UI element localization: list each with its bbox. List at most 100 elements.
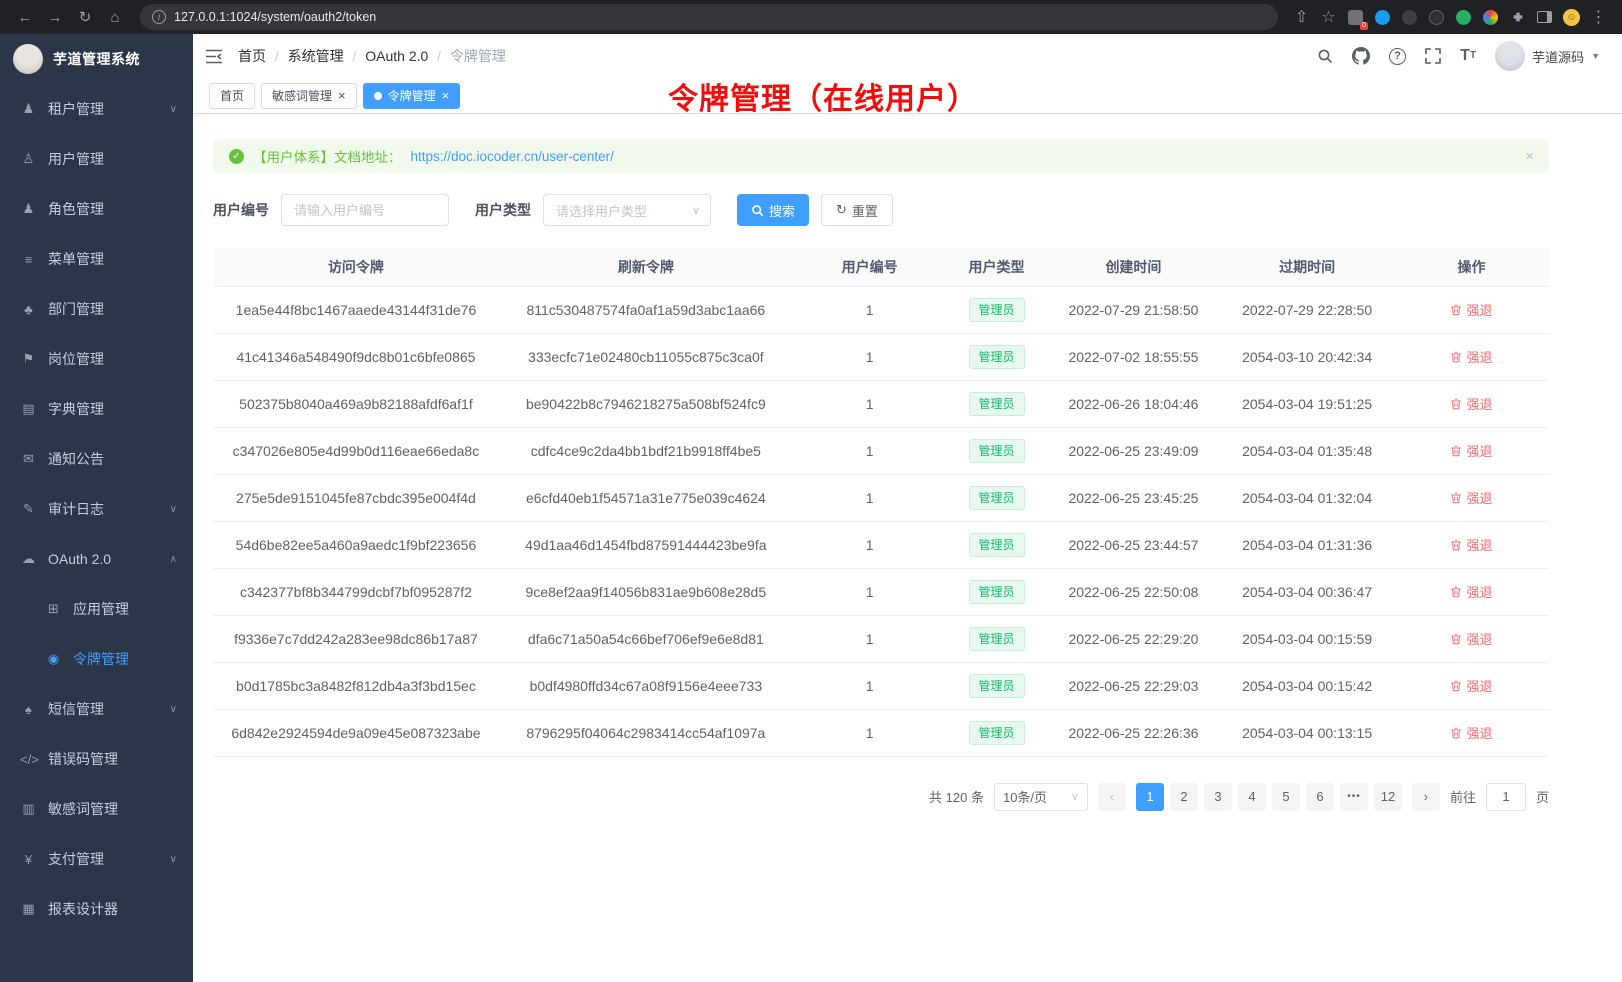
access-token-cell: 502375b8040a469a9b82188afdf6af1f (213, 380, 499, 427)
user-id-cell: 1 (793, 380, 947, 427)
tab-label: 首页 (220, 87, 244, 104)
help-icon[interactable]: ? (1389, 48, 1406, 65)
app-icon: ⊞ (45, 601, 62, 617)
browser-back-icon[interactable]: ← (10, 3, 40, 31)
page-4-button[interactable]: 4 (1238, 783, 1266, 811)
force-logout-button[interactable]: 强退 (1450, 676, 1492, 695)
app-logo[interactable]: 芋道管理系统 (0, 34, 193, 84)
extensions-puzzle-icon[interactable] (1504, 4, 1531, 31)
user-type-select[interactable]: 请选择用户类型 ∨ (543, 194, 711, 226)
sidebar-collapse-icon[interactable] (205, 49, 223, 64)
sidebar-item-dict[interactable]: ▤ 字典管理 (0, 384, 193, 434)
user-id-input[interactable] (281, 194, 449, 226)
sidebar-item-sensitive[interactable]: ▥ 敏感词管理 (0, 784, 193, 834)
browser-home-icon[interactable]: ⌂ (100, 3, 130, 31)
force-logout-button[interactable]: 强退 (1450, 347, 1492, 366)
sidebar-item-user[interactable]: ♙ 用户管理 (0, 134, 193, 184)
search-button[interactable]: 搜索 (737, 194, 809, 226)
force-logout-button[interactable]: 强退 (1450, 535, 1492, 554)
next-page-button[interactable]: › (1412, 783, 1440, 811)
refresh-token-cell: 9ce8ef2aa9f14056b831ae9b608e28d5 (499, 568, 793, 615)
page-2-button[interactable]: 2 (1170, 783, 1198, 811)
tab-close-icon[interactable]: × (338, 89, 346, 102)
github-icon[interactable] (1352, 47, 1370, 65)
sidebar-item-report[interactable]: ▦ 报表设计器 (0, 884, 193, 934)
force-logout-button[interactable]: 强退 (1450, 723, 1492, 742)
alert-close-icon[interactable]: × (1525, 149, 1534, 164)
top-navbar: 首页/系统管理/OAuth 2.0/令牌管理 ? TT 芋道 (193, 34, 1622, 78)
force-logout-button[interactable]: 强退 (1450, 629, 1492, 648)
sidebar-item-pay[interactable]: ¥ 支付管理 ∨ (0, 834, 193, 884)
sidebar-item-label: 报表设计器 (48, 899, 177, 919)
browser-profile-avatar[interactable]: ☺ (1558, 4, 1585, 31)
column-header: 访问令牌 (213, 248, 499, 286)
sidebar-item-post[interactable]: ⚑ 岗位管理 (0, 334, 193, 384)
sidebar-item-notice[interactable]: ✉ 通知公告 (0, 434, 193, 484)
force-logout-button[interactable]: 强退 (1450, 300, 1492, 319)
page-3-button[interactable]: 3 (1204, 783, 1232, 811)
font-size-icon[interactable]: TT (1460, 48, 1476, 64)
sidebar-item-errcode[interactable]: </> 错误码管理 (0, 734, 193, 784)
action-cell: 强退 (1394, 286, 1549, 333)
sidebar-item-menu[interactable]: ≡ 菜单管理 (0, 234, 193, 284)
breadcrumb-item[interactable]: 首页 (238, 46, 266, 66)
search-icon (751, 204, 764, 217)
extension-dark2-icon[interactable] (1423, 4, 1450, 31)
app-frame: 芋道管理系统 ♟ 租户管理 ∨ ♙ 用户管理 ♟ 角色管理 ≡ 菜单管理 ♣ 部… (0, 34, 1622, 982)
page-more-button[interactable]: ••• (1340, 783, 1368, 811)
extension-badge-icon[interactable]: 0 (1342, 4, 1369, 31)
side-panel-icon[interactable] (1531, 4, 1558, 31)
fullscreen-icon[interactable] (1425, 48, 1441, 64)
breadcrumb-item[interactable]: OAuth 2.0 (365, 48, 428, 64)
goto-suffix: 页 (1536, 787, 1549, 806)
delete-icon (1450, 492, 1462, 504)
tab-敏感词管理[interactable]: 敏感词管理× (261, 83, 357, 109)
page-6-button[interactable]: 6 (1306, 783, 1334, 811)
tab-close-icon[interactable]: × (442, 89, 450, 102)
force-logout-button[interactable]: 强退 (1450, 441, 1492, 460)
share-icon[interactable]: ⇧ (1288, 4, 1315, 31)
page-info-icon[interactable]: i (152, 10, 166, 24)
extension-dark-icon[interactable] (1396, 4, 1423, 31)
search-icon[interactable] (1317, 48, 1333, 64)
prev-page-button[interactable]: ‹ (1098, 783, 1126, 811)
tab-首页[interactable]: 首页 (209, 83, 255, 109)
tab-令牌管理[interactable]: 令牌管理× (363, 83, 461, 109)
sidebar-item-audit[interactable]: ✎ 审计日志 ∨ (0, 484, 193, 534)
force-logout-button[interactable]: 强退 (1450, 394, 1492, 413)
user-id-cell: 1 (793, 286, 947, 333)
page-size-select[interactable]: 10条/页 ∨ (994, 783, 1088, 811)
page-1-button[interactable]: 1 (1136, 783, 1164, 811)
bookmark-star-icon[interactable]: ☆ (1315, 4, 1342, 31)
breadcrumb-item[interactable]: 系统管理 (288, 46, 344, 66)
page-12-button[interactable]: 12 (1374, 783, 1402, 811)
sidebar-item-token[interactable]: ◉ 令牌管理 (0, 634, 193, 684)
browser-menu-icon[interactable]: ⋮ (1585, 4, 1612, 31)
sidebar-item-dept[interactable]: ♣ 部门管理 (0, 284, 193, 334)
force-logout-button[interactable]: 强退 (1450, 488, 1492, 507)
sidebar-item-oauth[interactable]: ☁ OAuth 2.0 ∧ (0, 534, 193, 584)
goto-page-input[interactable] (1486, 783, 1526, 811)
extension-color-icon[interactable] (1477, 4, 1504, 31)
doc-link[interactable]: https://doc.iocoder.cn/user-center/ (411, 149, 614, 164)
page-5-button[interactable]: 5 (1272, 783, 1300, 811)
user-menu[interactable]: 芋道源码 ▼ (1495, 41, 1600, 71)
create-time-cell: 2022-07-29 21:58:50 (1047, 286, 1221, 333)
create-time-cell: 2022-06-25 22:29:20 (1047, 615, 1221, 662)
browser-forward-icon[interactable]: → (40, 3, 70, 31)
extension-green-icon[interactable] (1450, 4, 1477, 31)
sidebar-item-app[interactable]: ⊞ 应用管理 (0, 584, 193, 634)
sidebar-item-role[interactable]: ♟ 角色管理 (0, 184, 193, 234)
address-bar[interactable]: i 127.0.0.1:1024/system/oauth2/token (140, 4, 1278, 30)
force-logout-button[interactable]: 强退 (1450, 582, 1492, 601)
sidebar-item-tenant[interactable]: ♟ 租户管理 ∨ (0, 84, 193, 134)
extension-blue-icon[interactable] (1369, 4, 1396, 31)
expire-time-cell: 2054-03-04 00:36:47 (1220, 568, 1394, 615)
sidebar-item-sms[interactable]: ♠ 短信管理 ∨ (0, 684, 193, 734)
browser-reload-icon[interactable]: ↻ (70, 3, 100, 31)
table-row: c342377bf8b344799dcbf7bf095287f2 9ce8ef2… (213, 568, 1549, 615)
success-check-icon: ✓ (229, 149, 244, 164)
reset-button[interactable]: ↻ 重置 (821, 194, 893, 226)
filter-form: 用户编号 用户类型 请选择用户类型 ∨ 搜索 ↻ 重置 (213, 194, 1549, 226)
expire-time-cell: 2054-03-04 19:51:25 (1220, 380, 1394, 427)
